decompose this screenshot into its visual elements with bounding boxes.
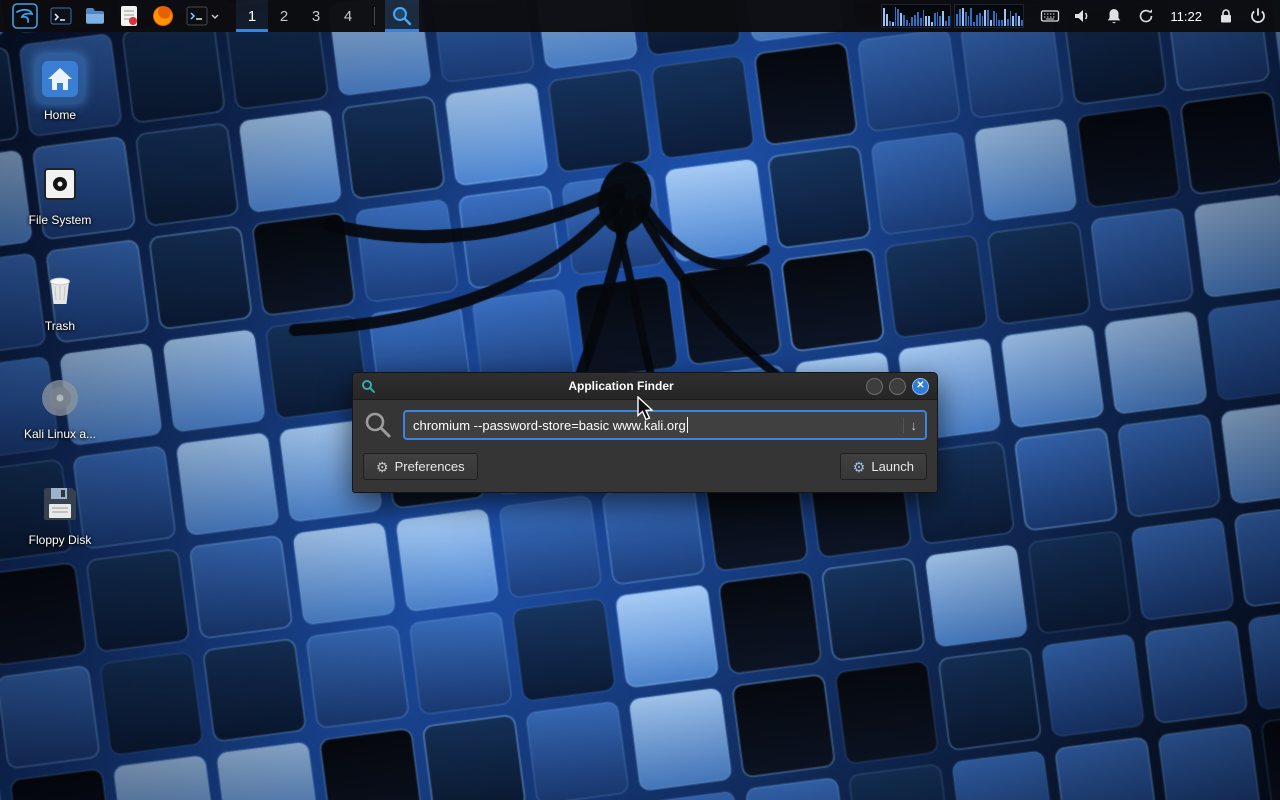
power-icon <box>1248 6 1268 26</box>
launch-icon: ⚙ <box>853 460 866 474</box>
desktop-icon-label: Floppy Disk <box>29 533 92 547</box>
window-title: Application Finder <box>382 379 860 393</box>
applications-menu-button[interactable] <box>6 0 44 32</box>
desktop-icon-home[interactable]: Home <box>12 55 108 122</box>
keyboard-layout-button[interactable] <box>1034 0 1066 32</box>
desktop-icon-file-system[interactable]: File System <box>12 160 108 227</box>
launch-button-label: Launch <box>871 459 914 474</box>
bell-icon <box>1104 6 1124 26</box>
search-input[interactable]: chromium --password-store=basic www.kali… <box>403 410 927 440</box>
workspace-1[interactable]: 1 <box>236 0 268 32</box>
titlebar[interactable]: Application Finder ✕ <box>353 373 937 400</box>
minimize-button[interactable] <box>866 378 883 395</box>
desktop-icon-label: File System <box>29 213 92 227</box>
floppy-icon <box>36 480 84 528</box>
terminal-icon <box>49 4 73 28</box>
desktop-icon-label: Trash <box>45 319 75 333</box>
terminal-launcher[interactable] <box>44 0 78 32</box>
keyboard-icon <box>1040 6 1060 26</box>
lock-screen-button[interactable] <box>1210 0 1242 32</box>
desktop-icon-kali-disc[interactable]: Kali Linux a... <box>12 374 108 441</box>
home-icon <box>36 55 84 103</box>
terminal-dropdown-launcher[interactable] <box>180 0 226 32</box>
maximize-button[interactable] <box>889 378 906 395</box>
search-input-value: chromium --password-store=basic www.kali… <box>413 418 686 433</box>
logout-button[interactable] <box>1242 0 1274 32</box>
updates-button[interactable] <box>1130 0 1162 32</box>
volume-button[interactable] <box>1066 0 1098 32</box>
preferences-button-label: Preferences <box>395 459 465 474</box>
file-manager-launcher[interactable] <box>78 0 112 32</box>
application-finder-window: Application Finder ✕ chromium --password… <box>352 372 938 493</box>
close-button[interactable]: ✕ <box>912 378 929 395</box>
desktop-icon-trash[interactable]: Trash <box>12 266 108 333</box>
disc-icon <box>36 374 84 422</box>
entry-dropdown-arrow-icon[interactable]: ↓ <box>903 418 918 433</box>
firefox-icon <box>151 4 175 28</box>
chevron-down-icon <box>210 5 220 27</box>
kali-logo-icon <box>12 3 38 29</box>
magnifier-icon <box>391 5 413 27</box>
desktop: 1 2 3 4 <box>0 0 1280 800</box>
app-finder-launcher[interactable] <box>385 0 419 32</box>
top-panel: 1 2 3 4 <box>0 0 1280 32</box>
workspace-4[interactable]: 4 <box>332 0 364 32</box>
workspace-2[interactable]: 2 <box>268 0 300 32</box>
cpu-graph[interactable] <box>881 4 951 28</box>
update-circle-icon <box>1136 6 1156 26</box>
panel-left: 1 2 3 4 <box>6 0 419 32</box>
workspace-3[interactable]: 3 <box>300 0 332 32</box>
system-monitor-widget <box>881 4 1024 28</box>
gear-icon: ⚙ <box>376 460 389 474</box>
folder-icon <box>83 4 107 28</box>
text-editor-launcher[interactable] <box>112 0 146 32</box>
drive-icon <box>36 160 84 208</box>
lock-icon <box>1216 6 1236 26</box>
launch-button[interactable]: ⚙ Launch <box>840 453 927 480</box>
text-editor-icon <box>117 4 141 28</box>
notifications-button[interactable] <box>1098 0 1130 32</box>
trash-icon <box>36 266 84 314</box>
search-icon <box>363 410 393 440</box>
network-graph[interactable] <box>954 4 1024 28</box>
text-caret <box>687 417 688 433</box>
desktop-icon-label: Kali Linux a... <box>24 427 96 441</box>
workspace-switcher: 1 2 3 4 <box>236 0 364 32</box>
window-icon <box>361 379 376 394</box>
terminal-icon <box>186 5 208 27</box>
speaker-icon <box>1072 6 1092 26</box>
preferences-button[interactable]: ⚙ Preferences <box>363 453 478 480</box>
desktop-icon-label: Home <box>44 108 76 122</box>
desktop-icon-floppy[interactable]: Floppy Disk <box>12 480 108 547</box>
panel-right: 11:22 <box>881 0 1274 32</box>
clock[interactable]: 11:22 <box>1170 9 1202 24</box>
finder-body: chromium --password-store=basic www.kali… <box>353 400 937 492</box>
firefox-launcher[interactable] <box>146 0 180 32</box>
panel-separator <box>374 7 375 25</box>
